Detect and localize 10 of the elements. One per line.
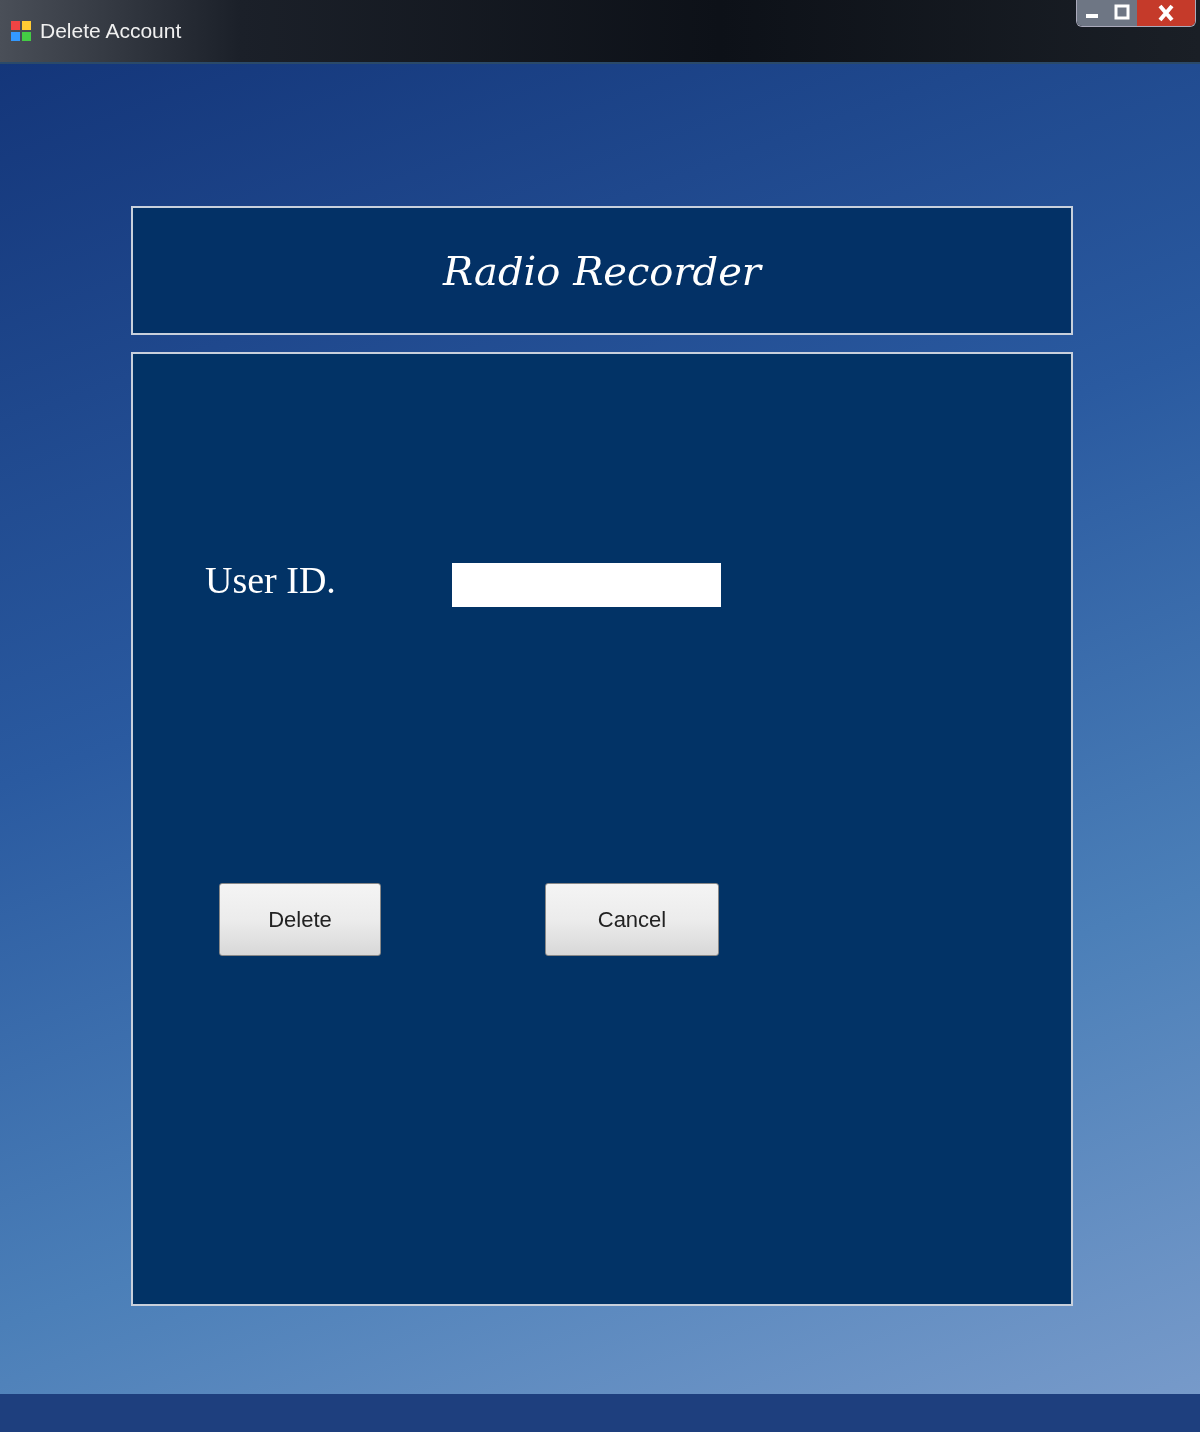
maximize-icon[interactable]	[1107, 0, 1137, 26]
window-title: Delete Account	[40, 19, 182, 43]
minimize-icon[interactable]	[1077, 0, 1107, 26]
user-id-field[interactable]	[452, 563, 721, 607]
app-icon	[10, 20, 32, 42]
app-title: Radio Recorder	[443, 247, 761, 294]
field-label: User ID.	[205, 558, 337, 602]
close-icon[interactable]	[1137, 0, 1195, 26]
delete-button[interactable]: Delete	[219, 883, 381, 956]
cancel-button[interactable]: Cancel	[545, 883, 719, 956]
